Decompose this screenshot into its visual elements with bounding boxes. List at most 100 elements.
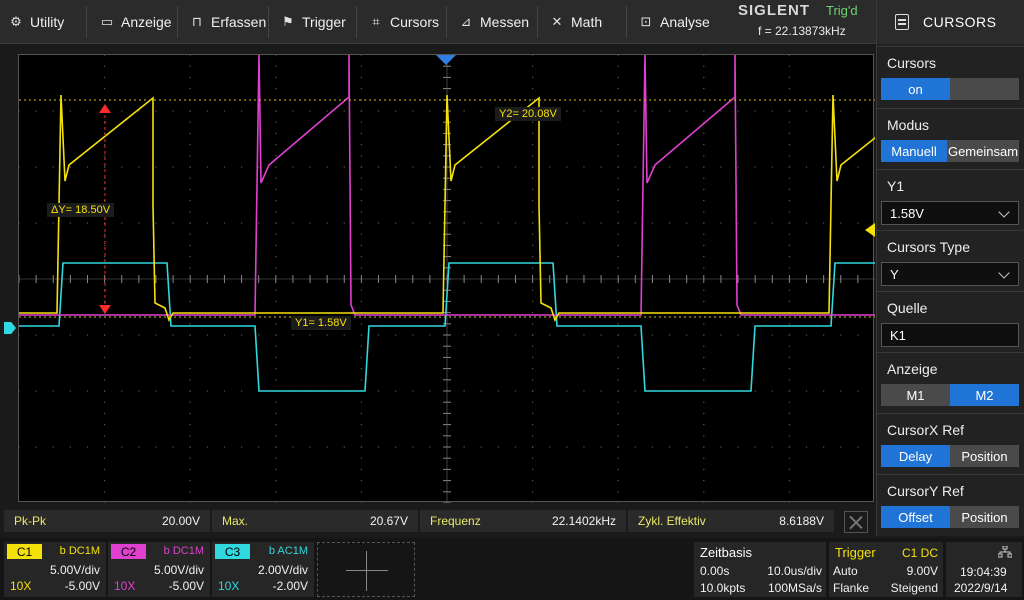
panel-title: CURSORS (923, 14, 997, 30)
channel-2-box[interactable]: C2 b DC1M 5.00V/div 10X -5.00V (108, 542, 210, 597)
clock-time: 19:04:39 (960, 565, 1007, 579)
section-quelle: Quelle K1 (877, 291, 1024, 351)
close-icon[interactable] (844, 511, 868, 533)
measurement-zykl-effektiv[interactable]: Zykl. Effektiv 8.6188V (628, 510, 834, 532)
timebase-box[interactable]: Zeitbasis 0.00s 10.0us/div 10.0kpts 100M… (694, 542, 826, 597)
menu-math-label: Math (571, 14, 603, 30)
menu-anzeige[interactable]: ▭ Anzeige (99, 0, 172, 44)
timebase-title: Zeitbasis (700, 545, 753, 560)
channel-1-tag: C1 (7, 544, 42, 559)
menu-divider (356, 6, 357, 38)
measurement-pkpk[interactable]: Pk-Pk 20.00V (4, 510, 210, 532)
cursors-on-option[interactable]: on (881, 78, 950, 100)
menu-utility-label: Utility (30, 14, 65, 30)
menu-utility[interactable]: ⚙ Utility (8, 0, 64, 44)
status-box: SIGLENT Trig'd f = 22.13873kHz (732, 0, 868, 44)
timebase-points: 10.0kpts (700, 581, 746, 595)
anzeige-m2-option[interactable]: M2 (950, 384, 1019, 406)
cursors-toggle[interactable]: on (881, 78, 1019, 100)
cursorx-ref-position-option[interactable]: Position (950, 445, 1019, 467)
measurement-label: Zykl. Effektiv (638, 514, 706, 528)
cursorx-ref-toggle[interactable]: Delay Position (881, 445, 1019, 467)
cursory-ref-toggle[interactable]: Offset Position (881, 506, 1019, 528)
quelle-select[interactable]: K1 (881, 323, 1019, 347)
gear-icon: ⚙ (10, 14, 22, 29)
channel-3-tag: C3 (215, 544, 250, 559)
menu-erfassen[interactable]: ⊓ Erfassen (189, 0, 266, 44)
cursorx-ref-delay-option[interactable]: Delay (881, 445, 950, 467)
channel-3-box[interactable]: C3 b AC1M 2.00V/div 10X -2.00V (212, 542, 314, 597)
modus-manuell-option[interactable]: Manuell (881, 140, 947, 162)
timebase-delay: 0.00s (700, 564, 730, 578)
timebase-scale: 10.0us/div (767, 564, 822, 578)
channel-1-offset: -5.00V (64, 579, 100, 593)
modus-toggle[interactable]: Manuell Gemeinsam (881, 140, 1019, 162)
menu-trigger[interactable]: ⚑ Trigger (280, 0, 346, 44)
channel-1-box[interactable]: C1 b DC1M 5.00V/div 10X -5.00V (4, 542, 106, 597)
trigger-box[interactable]: Trigger C1 DC Auto 9.00V Flanke Steigend (829, 542, 943, 597)
top-menu-bar: ⚙ Utility ▭ Anzeige ⊓ Erfassen ⚑ Trigger… (0, 0, 1024, 44)
channel-3-coupling: b AC1M (268, 545, 308, 557)
measurement-frequenz[interactable]: Frequenz 22.1402kHz (420, 510, 626, 532)
add-channel-button[interactable] (317, 542, 415, 597)
timebase-sample-rate: 100MSa/s (767, 581, 822, 595)
measurement-label: Pk-Pk (14, 514, 47, 528)
channel-3-offset: -2.00V (272, 579, 308, 593)
section-label: Anzeige (887, 361, 938, 377)
cursor-y1-readout: Y1= 1.58V (291, 316, 351, 330)
channel-3-offset-marker-icon[interactable] (4, 322, 16, 334)
trigger-status: Trig'd (826, 3, 858, 18)
y1-value-select[interactable]: 1.58V (881, 201, 1019, 225)
section-label: CursorX Ref (887, 422, 965, 438)
waveform-display[interactable]: Y2= 20.08V ΔY= 18.50V Y1= 1.58V (18, 54, 875, 503)
cursors-panel: CURSORS Cursors on Modus Manuell Gemeins… (876, 0, 1024, 536)
menu-divider (268, 6, 269, 38)
menu-trigger-label: Trigger (302, 14, 346, 30)
measurement-bar: Pk-Pk 20.00V Max. 20.67V Frequenz 22.140… (0, 508, 876, 536)
y1-value: 1.58V (890, 205, 924, 221)
measure-icon: ⊿ (460, 14, 472, 29)
menu-divider (537, 6, 538, 38)
section-label: Y1 (887, 178, 905, 194)
menu-divider (626, 6, 627, 38)
cursory-ref-offset-option[interactable]: Offset (881, 506, 950, 528)
clock-date: 2022/9/14 (954, 581, 1008, 595)
measurement-value: 22.1402kHz (551, 514, 616, 528)
measurement-value: 20.67V (369, 514, 408, 528)
measurement-max[interactable]: Max. 20.67V (212, 510, 418, 532)
modus-gemeinsam-option[interactable]: Gemeinsam (947, 140, 1019, 162)
bottom-status-bar: C1 b DC1M 5.00V/div 10X -5.00V C2 b DC1M… (0, 538, 1024, 600)
trigger-type: Flanke (833, 581, 870, 595)
trigger-level-marker-icon[interactable] (865, 223, 875, 237)
trigger-mode: Auto (833, 564, 858, 578)
channel-1-coupling: b DC1M (59, 545, 100, 557)
menu-divider (446, 6, 447, 38)
menu-math[interactable]: ✕ Math (549, 0, 603, 44)
menu-analyse-label: Analyse (660, 14, 710, 30)
menu-messen[interactable]: ⊿ Messen (458, 0, 529, 44)
cursory-ref-position-option[interactable]: Position (950, 506, 1019, 528)
channel-2-scale: 5.00V/div (153, 563, 204, 577)
anzeige-m1-option[interactable]: M1 (881, 384, 950, 406)
channel-1-probe: 10X (10, 579, 32, 593)
channel-2-probe: 10X (114, 579, 136, 593)
section-anzeige: Anzeige M1 M2 (877, 352, 1024, 412)
menu-erfassen-label: Erfassen (211, 14, 267, 30)
section-cursory-ref: CursorY Ref Offset Position (877, 474, 1024, 534)
menu-divider (86, 6, 87, 38)
channel-3-probe: 10X (218, 579, 240, 593)
clock-box[interactable]: 19:04:39 2022/9/14 (946, 542, 1022, 597)
trigger-position-marker-icon[interactable] (436, 55, 456, 65)
anzeige-toggle[interactable]: M1 M2 (881, 384, 1019, 406)
section-label: Quelle (887, 300, 928, 316)
menu-cursors[interactable]: ⌗ Cursors (368, 0, 439, 44)
trigger-title: Trigger (835, 545, 876, 560)
trigger-frequency: f = 22.13873kHz (758, 24, 846, 38)
menu-analyse[interactable]: ⊡ Analyse (638, 0, 710, 44)
cursors-type-select[interactable]: Y (881, 262, 1019, 286)
quelle-value: K1 (890, 327, 906, 343)
delta-arrow-up-icon (99, 104, 111, 113)
cursors-type-value: Y (890, 266, 899, 282)
cursors-off-option[interactable] (950, 78, 1019, 100)
math-icon: ✕ (551, 14, 563, 29)
